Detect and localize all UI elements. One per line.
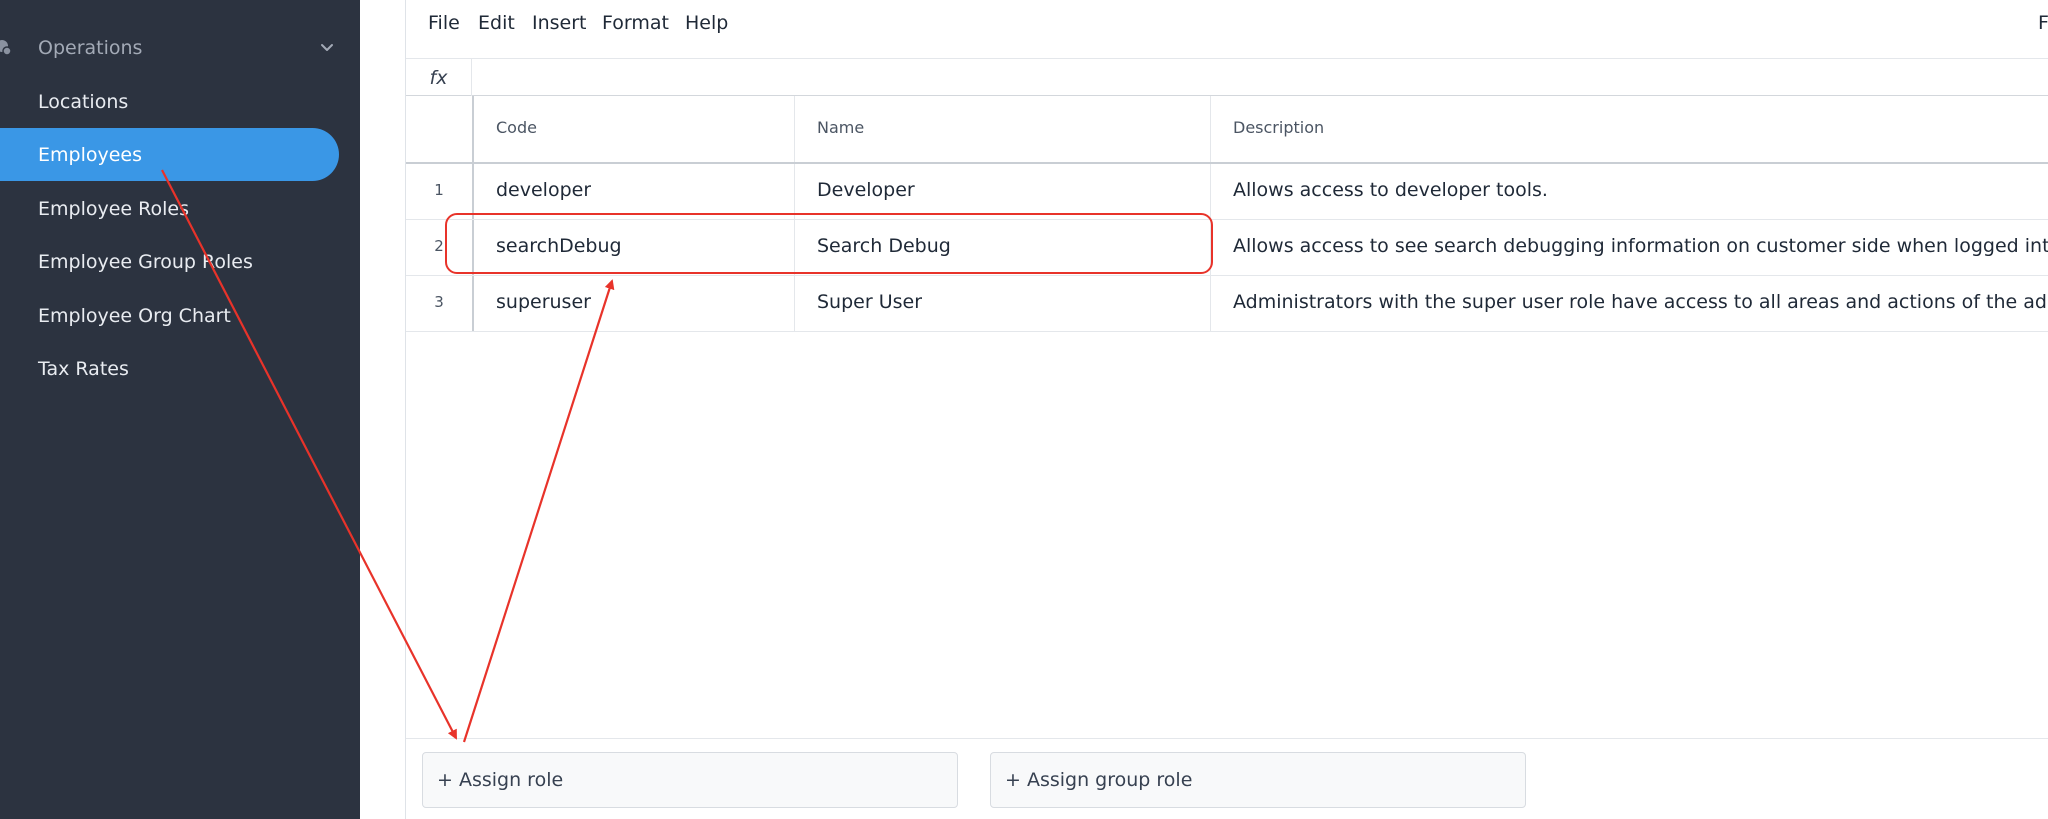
footer-divider (406, 738, 2048, 739)
column-header-description[interactable]: Description (1233, 118, 1324, 137)
row-divider (406, 331, 2048, 332)
menu-edit[interactable]: Edit (478, 12, 515, 34)
sidebar-item-label: Tax Rates (38, 357, 129, 380)
header-divider (406, 162, 2048, 164)
cell-description[interactable]: Administrators with the super user role … (1233, 291, 2048, 313)
sidebar-item-label: Employee Org Chart (38, 304, 231, 327)
column-header-name[interactable]: Name (817, 118, 864, 137)
menu-help[interactable]: Help (685, 12, 728, 34)
fx-label: fx (406, 59, 472, 96)
assign-group-role-button[interactable]: + Assign group role (990, 752, 1526, 808)
sidebar-item-employee-org-chart[interactable]: Employee Org Chart (0, 289, 339, 342)
sidebar-item-employee-roles[interactable]: Employee Roles (0, 182, 339, 235)
chevron-down-icon[interactable] (318, 39, 336, 57)
cell-description[interactable]: Allows access to see search debugging in… (1233, 235, 2048, 257)
assign-role-button[interactable]: + Assign role (422, 752, 958, 808)
panel-divider (405, 0, 406, 819)
cell-code[interactable]: developer (496, 179, 591, 201)
cell-code[interactable]: superuser (496, 291, 591, 313)
main-panel (360, 0, 2048, 819)
sidebar-item-locations[interactable]: Locations (0, 75, 339, 128)
sidebar-item-label: Employees (38, 143, 142, 166)
formula-input[interactable] (473, 59, 2048, 96)
menu-right-partial[interactable]: F (2038, 12, 2048, 34)
cell-name[interactable]: Developer (817, 179, 915, 201)
sidebar-section-label: Operations (38, 37, 143, 59)
menu-bar: File Edit Insert Format Help (406, 0, 2048, 48)
sidebar-item-label: Employee Group Roles (38, 250, 253, 273)
sidebar: Operations Locations Employees Employee … (0, 0, 360, 819)
operations-icon (0, 38, 14, 58)
menu-insert[interactable]: Insert (532, 12, 587, 34)
menu-file[interactable]: File (428, 12, 460, 34)
formula-bar: fx (406, 58, 2048, 96)
menu-format[interactable]: Format (602, 12, 669, 34)
sidebar-item-label: Employee Roles (38, 197, 189, 220)
sidebar-item-label: Locations (38, 90, 129, 113)
cell-name[interactable]: Super User (817, 291, 922, 313)
col-divider-name (1210, 96, 1211, 332)
row-number: 1 (434, 181, 444, 199)
annotation-highlight-box (445, 213, 1213, 274)
cell-description[interactable]: Allows access to developer tools. (1233, 179, 2048, 201)
row-divider (406, 275, 2048, 276)
sidebar-item-employees[interactable]: Employees (0, 128, 339, 181)
sidebar-item-tax-rates[interactable]: Tax Rates (0, 342, 339, 395)
sidebar-item-employee-group-roles[interactable]: Employee Group Roles (0, 235, 339, 288)
row-number: 3 (434, 293, 444, 311)
column-header-code[interactable]: Code (496, 118, 537, 137)
sidebar-section-operations[interactable]: Operations (0, 27, 360, 69)
